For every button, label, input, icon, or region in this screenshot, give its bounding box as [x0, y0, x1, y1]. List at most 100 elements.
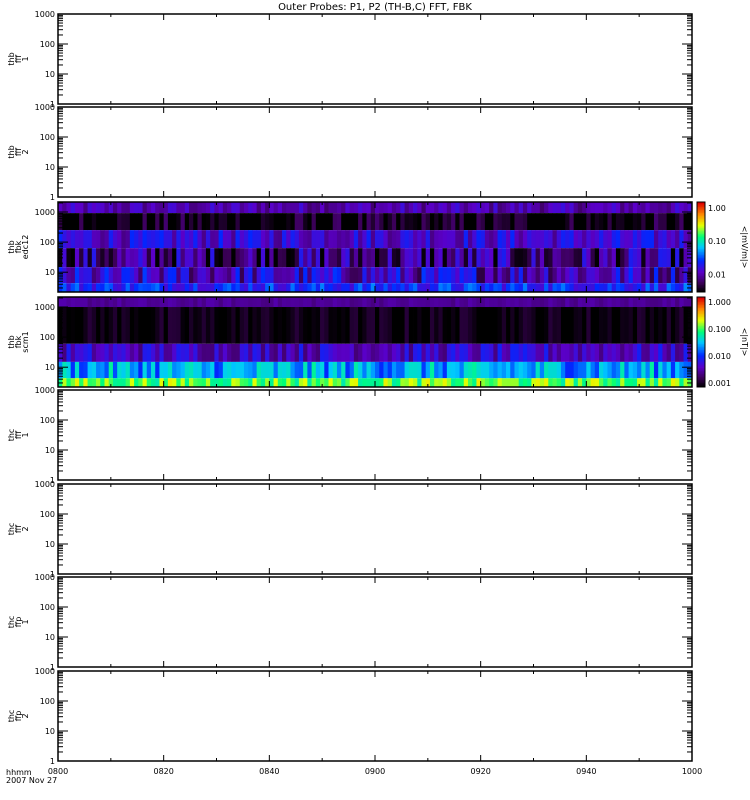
spectrogram-cell [248, 213, 253, 231]
spectrogram-cell [586, 307, 591, 344]
spectrogram-cell [235, 248, 241, 268]
spectrogram-cell [522, 297, 528, 308]
spectrogram-cell [277, 230, 283, 249]
spectrogram-cell [404, 361, 410, 379]
panel-ylabel: 1 [21, 619, 30, 624]
spectrogram-cell [467, 361, 473, 379]
spectrogram-cell [172, 378, 177, 387]
spectrogram-cell [569, 283, 575, 292]
spectrogram-cell [184, 343, 190, 362]
spectrogram-cell [527, 267, 532, 284]
spectrogram-cell [163, 248, 169, 268]
spectrogram-cell [336, 378, 342, 387]
spectrogram-cell [607, 213, 613, 231]
spectrogram-cell [429, 378, 435, 387]
spectrogram-cell [205, 378, 211, 387]
panel-frame [57, 106, 693, 198]
panel-ylabel: 1 [21, 432, 30, 437]
spectrogram-cell [421, 248, 427, 268]
spectrogram-cell [400, 307, 405, 344]
spectrogram-cell [91, 202, 97, 214]
spectrogram-cell [624, 202, 629, 214]
spectrogram-cell [383, 267, 389, 284]
spectrogram-cell [243, 213, 249, 231]
spectrogram-cell [446, 343, 452, 362]
spectrogram-cell [459, 297, 465, 308]
spectrogram-cell [370, 213, 376, 231]
spectrogram-cell [328, 297, 334, 308]
spectrogram-cell [349, 307, 355, 344]
spectrogram-cell [176, 378, 181, 387]
spectrogram-cell [527, 307, 532, 344]
spectrogram-cell [548, 378, 553, 387]
spectrogram-cell [577, 343, 583, 362]
spectrogram-cell [548, 297, 553, 308]
spectrogram-cell [493, 378, 498, 387]
spectrogram-cell [294, 361, 300, 379]
spectrogram-cell [345, 378, 351, 387]
spectrogram-cell [138, 378, 143, 387]
spectrogram-cell [556, 343, 562, 362]
spectrogram-cell [569, 248, 575, 268]
spectrogram-cell [391, 361, 397, 379]
spectrogram-cell [227, 343, 232, 362]
spectrogram-cell [328, 248, 334, 268]
spectrogram-cell [611, 307, 617, 344]
spectrogram-cell [413, 267, 418, 284]
spectrogram-cell [104, 297, 110, 308]
spectrogram-cell [446, 283, 452, 292]
spectrogram-cell [358, 213, 363, 231]
spectrogram-cell [265, 213, 270, 231]
spectrogram-cell [535, 343, 541, 362]
spectrogram-cell [210, 230, 215, 249]
spectrogram-cell [514, 343, 520, 362]
spectrogram-cell [518, 213, 524, 231]
spectrogram-cell [353, 202, 359, 214]
spectrogram-cell [472, 202, 477, 214]
spectrogram-cell [218, 202, 224, 214]
spectrogram-cell [358, 297, 363, 308]
spectrogram-cell [446, 297, 452, 308]
spectrogram-cell [396, 230, 401, 249]
spectrogram-cell [243, 343, 249, 362]
spectrogram-cell [83, 202, 88, 214]
spectrogram-cell [552, 267, 558, 284]
spectrogram-cell [117, 283, 122, 292]
spectrogram-cell [167, 378, 173, 387]
spectrogram-cell [497, 267, 503, 284]
spectrogram-cell [451, 343, 456, 362]
spectrogram-cell [438, 307, 444, 344]
spectrogram-cell [679, 248, 684, 268]
spectrogram-cell [252, 378, 258, 387]
spectrogram-cell [341, 361, 346, 379]
spectrogram-cell [560, 343, 566, 362]
spectrogram-cell [214, 343, 220, 362]
spectrogram-cell [383, 202, 389, 214]
spectrogram-cell [298, 378, 304, 387]
spectrogram-cell [366, 378, 372, 387]
spectrogram-cell [548, 213, 553, 231]
spectrogram-cell [180, 361, 186, 379]
spectrogram-cell [222, 361, 228, 379]
spectrogram-cell [210, 378, 215, 387]
spectrogram-cell [100, 297, 105, 308]
spectrogram-cell [514, 361, 520, 379]
spectrogram-cell [552, 297, 558, 308]
spectrogram-cell [434, 213, 439, 231]
spectrogram-cell [539, 361, 545, 379]
spectrogram-cell [172, 202, 177, 214]
y-tick-label: 1000 [35, 103, 55, 112]
spectrogram-cell [552, 361, 558, 379]
spectrogram-cell [336, 361, 342, 379]
spectrogram-cell [74, 307, 80, 344]
spectrogram-cell [134, 230, 139, 249]
spectrogram-cell [265, 343, 270, 362]
spectrogram-cell [231, 213, 236, 231]
spectrogram-cell [248, 297, 253, 308]
spectrogram-cell [675, 378, 680, 387]
spectrogram-cell [286, 202, 291, 214]
spectrogram-cell [324, 248, 329, 268]
spectrogram-cell [298, 297, 304, 308]
spectrogram-cell [611, 343, 617, 362]
spectrogram-cell [387, 378, 393, 387]
